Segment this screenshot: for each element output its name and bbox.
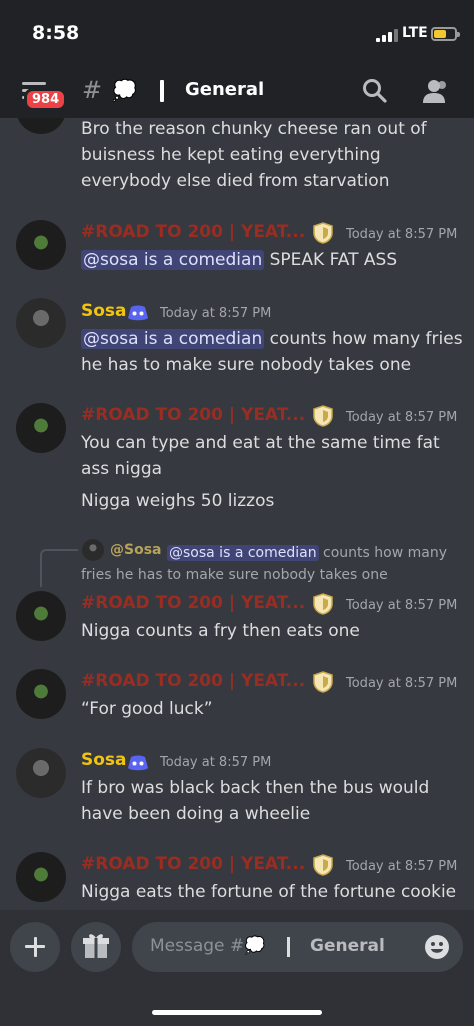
emoji-icon[interactable]: [424, 934, 450, 960]
message-text: Nigga weighs 50 lizzos: [81, 491, 275, 511]
message-text: @sosa is a comedian SPEAK FAT ASS: [81, 250, 398, 270]
avatar[interactable]: [16, 220, 66, 270]
message-composer: Message #💭 General: [0, 910, 474, 1026]
unread-badge: 984: [24, 88, 68, 111]
gift-icon[interactable]: [71, 922, 121, 972]
reply-connector: [40, 549, 78, 587]
plus-icon[interactable]: [10, 922, 60, 972]
message-text: You can type and eat at the same time fa…: [81, 433, 440, 479]
reply-author[interactable]: @Sosa: [110, 542, 161, 558]
message-text: Bro the reason chunky cheese ran out of …: [81, 119, 427, 191]
mention[interactable]: @sosa is a comedian: [81, 250, 265, 270]
status-time: 8:58: [32, 22, 80, 44]
message-list[interactable]: Bro the reason chunky cheese ran out of …: [0, 118, 474, 910]
message-text: @sosa is a comedian counts how many frie…: [81, 329, 463, 375]
author-name[interactable]: #ROAD TO 200 | YEAT...: [81, 222, 305, 242]
placeholder-divider: [287, 937, 290, 957]
bot-icon: [128, 305, 148, 321]
timestamp: Today at 8:57 PM: [346, 598, 458, 613]
channel-header: 984 # 💭 General: [0, 66, 474, 118]
author-name[interactable]: Sosa: [81, 301, 127, 321]
timestamp: Today at 8:57 PM: [160, 755, 272, 770]
avatar[interactable]: [16, 403, 66, 453]
avatar[interactable]: [16, 748, 66, 798]
role-shield-icon: [313, 854, 333, 876]
status-bar: 8:58 LTE: [0, 0, 474, 66]
avatar[interactable]: [16, 118, 66, 134]
bot-icon: [128, 755, 148, 771]
home-indicator[interactable]: [152, 1010, 322, 1015]
message-text: Nigga eats the fortune of the fortune co…: [81, 882, 457, 902]
timestamp: Today at 8:57 PM: [160, 306, 272, 321]
message-text: If bro was black back then the bus would…: [81, 778, 430, 824]
members-icon[interactable]: [422, 78, 450, 104]
avatar[interactable]: [16, 852, 66, 902]
battery-icon: [431, 27, 460, 41]
timestamp: Today at 8:57 PM: [346, 227, 458, 242]
message-text: Nigga counts a fry then eats one: [81, 621, 360, 641]
role-shield-icon: [313, 593, 333, 615]
signal-icon: [376, 28, 400, 42]
input-placeholder: Message #💭: [150, 936, 266, 956]
mention[interactable]: @sosa is a comedian: [167, 545, 319, 561]
input-placeholder-channel: General: [310, 936, 385, 956]
message-text: “For good luck”: [81, 699, 213, 719]
role-shield-icon: [313, 222, 333, 244]
channel-hash: #: [82, 76, 103, 104]
avatar[interactable]: [16, 298, 66, 348]
avatar[interactable]: [16, 669, 66, 719]
author-name[interactable]: #ROAD TO 200 | YEAT...: [81, 854, 305, 874]
author-name[interactable]: #ROAD TO 200 | YEAT...: [81, 593, 305, 613]
channel-name[interactable]: General: [185, 79, 264, 100]
timestamp: Today at 8:57 PM: [346, 676, 458, 691]
channel-emoji: 💭: [112, 78, 137, 102]
author-name[interactable]: #ROAD TO 200 | YEAT...: [81, 405, 305, 425]
role-shield-icon: [313, 405, 333, 427]
message-input[interactable]: Message #💭 General: [132, 922, 463, 972]
role-shield-icon: [313, 671, 333, 693]
author-name[interactable]: #ROAD TO 200 | YEAT...: [81, 671, 305, 691]
timestamp: Today at 8:57 PM: [346, 859, 458, 874]
author-name[interactable]: Sosa: [81, 750, 127, 770]
network-label: LTE: [402, 25, 428, 41]
avatar[interactable]: [16, 591, 66, 641]
channel-divider: [160, 80, 164, 102]
mention[interactable]: @sosa is a comedian: [81, 329, 265, 349]
search-icon[interactable]: [362, 78, 388, 104]
timestamp: Today at 8:57 PM: [346, 410, 458, 425]
